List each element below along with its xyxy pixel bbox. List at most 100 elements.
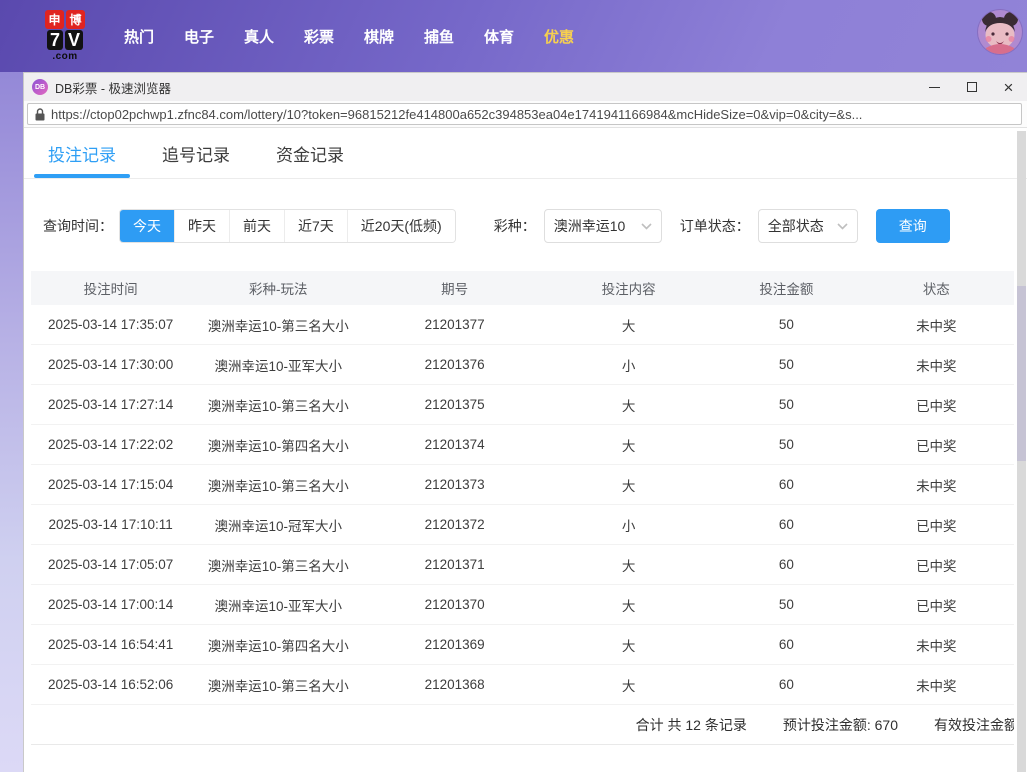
site-nav: 申 博 7V .com 热门电子真人彩票棋牌捕鱼体育优惠	[0, 0, 1027, 72]
logo-7v: 7V	[47, 30, 83, 50]
column-header: 彩种-玩法	[190, 278, 366, 298]
tab-资金记录[interactable]: 资金记录	[268, 129, 352, 178]
cell-bet-content: 大	[543, 555, 714, 575]
cell-status: 未中奖	[859, 675, 1014, 695]
browser-titlebar[interactable]: DB DB彩票 - 极速浏览器 ×	[24, 73, 1027, 101]
table-row: 2025-03-14 17:30:00澳洲幸运10-亚军大小21201376小5…	[31, 345, 1014, 385]
lottery-select-value: 澳洲幸运10	[554, 216, 626, 236]
cell-lottery-play: 澳洲幸运10-亚军大小	[190, 355, 366, 375]
summary-valid-amount: 有效投注金额	[934, 715, 1014, 735]
column-header: 期号	[366, 278, 543, 298]
cell-status: 已中奖	[859, 395, 1014, 415]
nav-menu: 热门电子真人彩票棋牌捕鱼体育优惠	[109, 26, 589, 47]
lock-icon	[35, 108, 45, 121]
cell-bet-content: 大	[543, 475, 714, 495]
cell-bet-time: 2025-03-14 16:54:41	[31, 637, 190, 652]
bet-record-table: 投注时间彩种-玩法期号投注内容投注金额状态 2025-03-14 17:35:0…	[24, 271, 1027, 745]
tab-投注记录[interactable]: 投注记录	[40, 129, 124, 178]
cell-bet-content: 小	[543, 515, 714, 535]
cell-status: 已中奖	[859, 595, 1014, 615]
nav-item-热门[interactable]: 热门	[109, 26, 169, 47]
table-row: 2025-03-14 17:05:07澳洲幸运10-第三名大小21201371大…	[31, 545, 1014, 585]
cell-bet-time: 2025-03-14 17:22:02	[31, 437, 190, 452]
column-header: 投注金额	[714, 278, 859, 298]
cell-status: 已中奖	[859, 515, 1014, 535]
nav-item-体育[interactable]: 体育	[469, 26, 529, 47]
table-row: 2025-03-14 17:22:02澳洲幸运10-第四名大小21201374大…	[31, 425, 1014, 465]
url-text: https://ctop02pchwp1.zfnc84.com/lottery/…	[51, 107, 862, 122]
url-field[interactable]: https://ctop02pchwp1.zfnc84.com/lottery/…	[27, 103, 1022, 125]
table-row: 2025-03-14 16:54:41澳洲幸运10-第四名大小21201369大…	[31, 625, 1014, 665]
cell-bet-amount: 50	[714, 437, 859, 452]
nav-item-真人[interactable]: 真人	[229, 26, 289, 47]
scrollbar-thumb[interactable]	[1017, 286, 1026, 461]
summary-total: 合计 共 12 条记录	[636, 715, 747, 735]
site-favicon-icon: DB	[32, 79, 48, 95]
cell-lottery-play: 澳洲幸运10-第三名大小	[190, 475, 366, 495]
window-controls: ×	[916, 73, 1027, 101]
cell-status: 已中奖	[859, 435, 1014, 455]
cell-bet-content: 大	[543, 595, 714, 615]
time-filter-label: 查询时间：	[43, 216, 113, 236]
cell-bet-time: 2025-03-14 17:27:14	[31, 397, 190, 412]
lottery-select[interactable]: 澳洲幸运10	[544, 209, 662, 243]
nav-item-棋牌[interactable]: 棋牌	[349, 26, 409, 47]
cell-bet-amount: 60	[714, 637, 859, 652]
column-header: 投注时间	[31, 278, 190, 298]
time-option-今天[interactable]: 今天	[120, 210, 174, 242]
table-summary: 合计 共 12 条记录 预计投注金额: 670 有效投注金额	[31, 705, 1014, 745]
table-row: 2025-03-14 16:52:06澳洲幸运10-第三名大小21201368大…	[31, 665, 1014, 705]
cell-bet-amount: 50	[714, 357, 859, 372]
filter-bar: 查询时间： 今天昨天前天近7天近20天(低频) 彩种： 澳洲幸运10 订单状态：…	[24, 209, 1027, 243]
avatar-image	[978, 10, 1022, 54]
cell-bet-content: 大	[543, 435, 714, 455]
query-button[interactable]: 查询	[876, 209, 950, 243]
logo-letter: 7	[47, 30, 63, 50]
cell-issue-number: 21201377	[366, 317, 543, 332]
cell-bet-content: 大	[543, 675, 714, 695]
lottery-filter-label: 彩种：	[494, 216, 536, 236]
nav-item-电子[interactable]: 电子	[169, 26, 229, 47]
tab-bar: 投注记录追号记录资金记录	[24, 129, 1027, 179]
order-status-filter-label: 订单状态：	[680, 216, 750, 236]
table-row: 2025-03-14 17:00:14澳洲幸运10-亚军大小21201370大5…	[31, 585, 1014, 625]
cell-bet-content: 大	[543, 315, 714, 335]
cell-issue-number: 21201374	[366, 437, 543, 452]
column-header: 投注内容	[543, 278, 714, 298]
logo[interactable]: 申 博 7V .com	[45, 10, 85, 62]
cell-status: 未中奖	[859, 315, 1014, 335]
cell-bet-time: 2025-03-14 17:30:00	[31, 357, 190, 372]
tab-追号记录[interactable]: 追号记录	[154, 129, 238, 178]
chevron-down-icon	[837, 223, 848, 230]
cell-issue-number: 21201373	[366, 477, 543, 492]
minimize-button[interactable]	[916, 73, 953, 101]
nav-item-彩票[interactable]: 彩票	[289, 26, 349, 47]
cell-issue-number: 21201369	[366, 637, 543, 652]
table-row: 2025-03-14 17:35:07澳洲幸运10-第三名大小21201377大…	[31, 305, 1014, 345]
nav-item-优惠[interactable]: 优惠	[529, 26, 589, 47]
time-option-昨天[interactable]: 昨天	[174, 210, 229, 242]
vertical-scrollbar[interactable]	[1017, 131, 1026, 772]
window-title: DB彩票 - 极速浏览器	[55, 78, 171, 97]
logo-com: .com	[52, 51, 77, 62]
summary-expected-amount: 预计投注金额: 670	[783, 715, 898, 735]
time-option-前天[interactable]: 前天	[229, 210, 284, 242]
cell-issue-number: 21201371	[366, 557, 543, 572]
cell-bet-amount: 60	[714, 677, 859, 692]
cell-lottery-play: 澳洲幸运10-冠军大小	[190, 515, 366, 535]
time-option-近7天[interactable]: 近7天	[284, 210, 347, 242]
time-filter-group: 今天昨天前天近7天近20天(低频)	[119, 209, 456, 243]
cell-lottery-play: 澳洲幸运10-亚军大小	[190, 595, 366, 615]
cell-bet-amount: 60	[714, 557, 859, 572]
logo-badge: 博	[66, 10, 85, 29]
minimize-icon	[929, 87, 940, 88]
avatar[interactable]	[978, 10, 1022, 54]
cell-bet-amount: 50	[714, 397, 859, 412]
close-button[interactable]: ×	[990, 73, 1027, 101]
column-header: 状态	[859, 278, 1014, 298]
time-option-近20天(低频)[interactable]: 近20天(低频)	[347, 210, 455, 242]
order-status-select[interactable]: 全部状态	[758, 209, 858, 243]
maximize-button[interactable]	[953, 73, 990, 101]
nav-item-捕鱼[interactable]: 捕鱼	[409, 26, 469, 47]
cell-issue-number: 21201368	[366, 677, 543, 692]
